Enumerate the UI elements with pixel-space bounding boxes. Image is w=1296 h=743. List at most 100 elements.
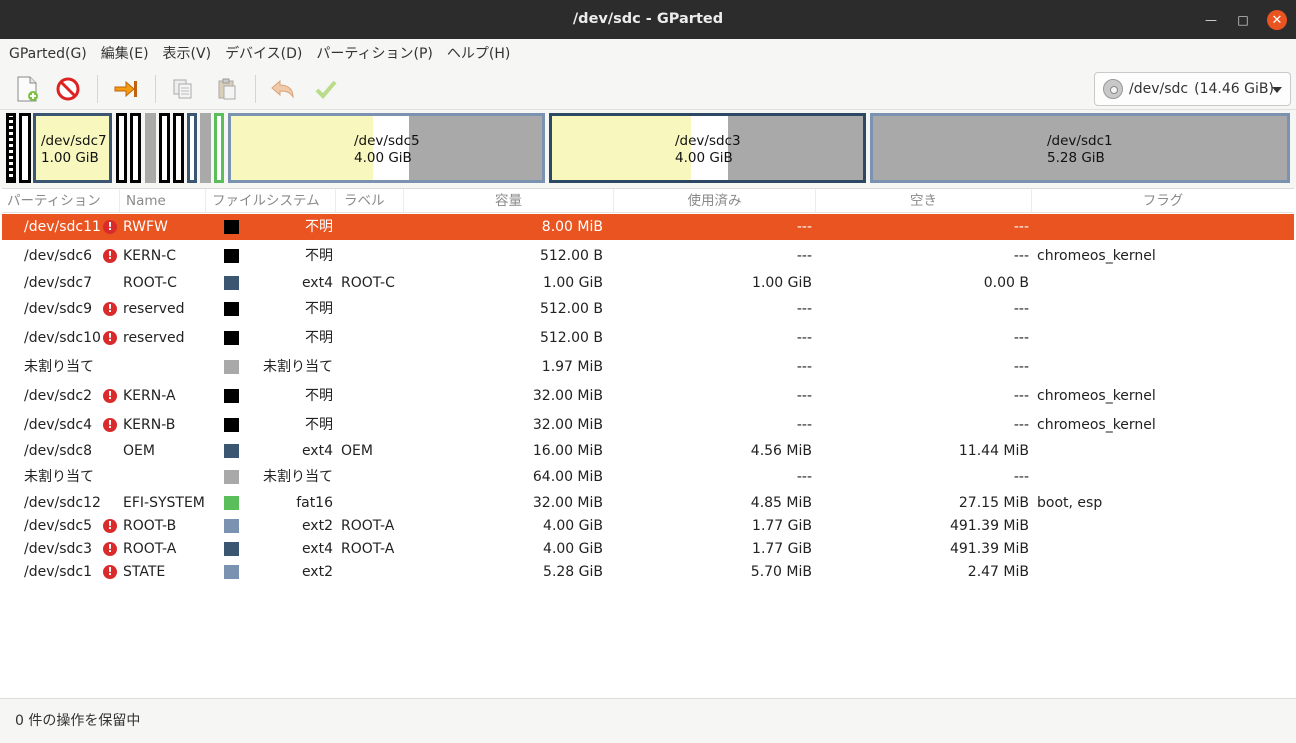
col-free[interactable]: 空き: [816, 189, 1032, 213]
paste-icon[interactable]: [212, 75, 242, 103]
cell-partition: 未割り当て: [24, 359, 94, 375]
col-name[interactable]: Name: [120, 189, 206, 213]
device-selector[interactable]: /dev/sdc (14.46 GiB): [1094, 72, 1291, 106]
menu-help[interactable]: ヘルプ(H): [440, 39, 517, 69]
warning-icon: !: [103, 331, 117, 345]
cell-name: reserved: [123, 301, 185, 317]
filesystem-color-swatch: [224, 389, 239, 403]
cell-size: 1.97 MiB: [541, 359, 603, 375]
device-size: (14.46 GiB): [1194, 81, 1274, 97]
device-name: /dev/sdc: [1129, 81, 1189, 97]
cell-name: reserved: [123, 330, 185, 346]
cell-filesystem: ext4: [301, 275, 333, 291]
filesystem-color-swatch: [224, 302, 239, 316]
col-partition[interactable]: パーティション: [7, 189, 120, 213]
col-label[interactable]: ラベル: [336, 189, 404, 213]
table-row[interactable]: /dev/sdc6! KERN-C 不明 512.00 B --- --- chromeos…: [2, 243, 1294, 269]
resize-move-icon[interactable]: [111, 75, 141, 103]
cell-free: 0.00 B: [983, 275, 1029, 291]
cell-free: ---: [1013, 330, 1029, 346]
map-partition-sdc6[interactable]: [19, 113, 31, 183]
cell-label: ROOT-C: [341, 275, 395, 291]
map-unallocated[interactable]: [145, 113, 156, 183]
map-partition-sdc7[interactable]: /dev/sdc7 1.00 GiB: [33, 113, 112, 183]
close-icon[interactable]: ✕: [1267, 10, 1287, 30]
cell-partition: 未割り当て: [24, 469, 94, 485]
table-row[interactable]: /dev/sdc9! reserved 不明 512.00 B --- ---: [2, 296, 1294, 322]
map-sdc3-size: 4.00 GiB: [675, 150, 733, 166]
cell-name: KERN-B: [123, 417, 176, 433]
pending-operations-status: 0 件の操作を保留中: [15, 713, 141, 729]
map-partition-sdc12[interactable]: [214, 113, 224, 183]
menu-device[interactable]: デバイス(D): [218, 39, 309, 69]
map-partition-sdc2[interactable]: [159, 113, 170, 183]
toolbar-separator: [97, 75, 98, 103]
cell-size: 8.00 MiB: [541, 219, 603, 235]
cell-filesystem: 不明: [305, 219, 333, 235]
table-row[interactable]: /dev/sdc2! KERN-A 不明 32.00 MiB --- --- chromeo…: [2, 383, 1294, 409]
map-partition-sdc5[interactable]: /dev/sdc5 4.00 GiB: [228, 113, 545, 183]
table-row[interactable]: /dev/sdc4! KERN-B 不明 32.00 MiB --- --- chromeo…: [2, 412, 1294, 438]
delete-icon[interactable]: [53, 75, 83, 103]
cell-size: 512.00 B: [539, 301, 603, 317]
cell-filesystem: 未割り当て: [263, 359, 333, 375]
table-row[interactable]: /dev/sdc11! RWFW 不明 8.00 MiB --- ---: [2, 214, 1294, 240]
menu-bar: GParted(G) 編集(E) 表示(V) デバイス(D) パーティション(P…: [0, 39, 1296, 69]
map-partition-sdc8[interactable]: [187, 113, 197, 183]
partition-table: パーティション Name ファイルシステム ラベル 容量 使用済み 空き フラグ…: [2, 188, 1294, 698]
maximize-icon[interactable]: □: [1233, 10, 1253, 30]
filesystem-color-swatch: [224, 496, 239, 510]
map-partition-sdc1[interactable]: /dev/sdc1 5.28 GiB: [870, 113, 1290, 183]
menu-view[interactable]: 表示(V): [156, 39, 219, 69]
table-row[interactable]: 未割り当て 未割り当て 1.97 MiB --- ---: [2, 354, 1294, 380]
table-row[interactable]: /dev/sdc10! reserved 不明 512.00 B --- ---: [2, 325, 1294, 351]
table-row[interactable]: 未割り当て 未割り当て 64.00 MiB --- ---: [2, 464, 1294, 490]
cell-name: OEM: [123, 443, 155, 459]
map-unallocated[interactable]: [200, 113, 211, 183]
cell-free: ---: [1013, 219, 1029, 235]
toolbar-separator: [155, 75, 156, 103]
toolbar: /dev/sdc (14.46 GiB): [0, 69, 1296, 110]
map-partition-sdc11[interactable]: [6, 113, 16, 183]
map-partition-sdc3[interactable]: /dev/sdc3 4.00 GiB: [549, 113, 866, 183]
map-partition-sdc4[interactable]: [173, 113, 184, 183]
cell-filesystem: 不明: [305, 248, 333, 264]
cell-used: 4.56 MiB: [750, 443, 812, 459]
filesystem-color-swatch: [224, 418, 239, 432]
undo-icon[interactable]: [268, 75, 298, 103]
warning-icon: !: [103, 418, 117, 432]
map-partition-sdc10[interactable]: [130, 113, 141, 183]
col-size[interactable]: 容量: [404, 189, 614, 213]
cell-used: 1.00 GiB: [752, 275, 812, 291]
map-sdc1-size: 5.28 GiB: [1047, 150, 1105, 166]
table-row[interactable]: /dev/sdc1! STATE ext2 5.28 GiB 5.70 MiB 2.47 …: [2, 559, 1294, 585]
warning-icon: !: [103, 519, 117, 533]
menu-edit[interactable]: 編集(E): [94, 39, 156, 69]
map-partition-sdc9[interactable]: [116, 113, 127, 183]
col-flags[interactable]: フラグ: [1032, 189, 1294, 213]
cell-filesystem: 未割り当て: [263, 469, 333, 485]
apply-icon[interactable]: [311, 75, 341, 103]
table-row[interactable]: /dev/sdc7 ROOT-C ext4 ROOT-C 1.00 GiB 1.00 Gi…: [2, 270, 1294, 296]
cell-name: RWFW: [123, 219, 168, 235]
warning-icon: !: [103, 565, 117, 579]
cell-size: 1.00 GiB: [543, 275, 603, 291]
cell-size: 32.00 MiB: [532, 388, 603, 404]
cell-partition: /dev/sdc4: [24, 417, 93, 433]
table-header: パーティション Name ファイルシステム ラベル 容量 使用済み 空き フラグ: [2, 189, 1294, 213]
filesystem-color-swatch: [224, 249, 239, 263]
copy-icon[interactable]: [168, 75, 198, 103]
cell-filesystem: 不明: [305, 417, 333, 433]
minimize-icon[interactable]: —: [1201, 10, 1221, 30]
cell-name: ROOT-C: [123, 275, 177, 291]
warning-icon: !: [103, 542, 117, 556]
new-partition-icon[interactable]: [12, 75, 42, 103]
col-used[interactable]: 使用済み: [614, 189, 816, 213]
cell-label: OEM: [341, 443, 373, 459]
toolbar-separator: [255, 75, 256, 103]
table-row[interactable]: /dev/sdc8 OEM ext4 OEM 16.00 MiB 4.56 MiB 11.4…: [2, 438, 1294, 464]
cell-used: ---: [796, 301, 812, 317]
menu-partition[interactable]: パーティション(P): [309, 39, 440, 69]
col-filesystem[interactable]: ファイルシステム: [206, 189, 336, 213]
menu-gparted[interactable]: GParted(G): [2, 39, 94, 69]
